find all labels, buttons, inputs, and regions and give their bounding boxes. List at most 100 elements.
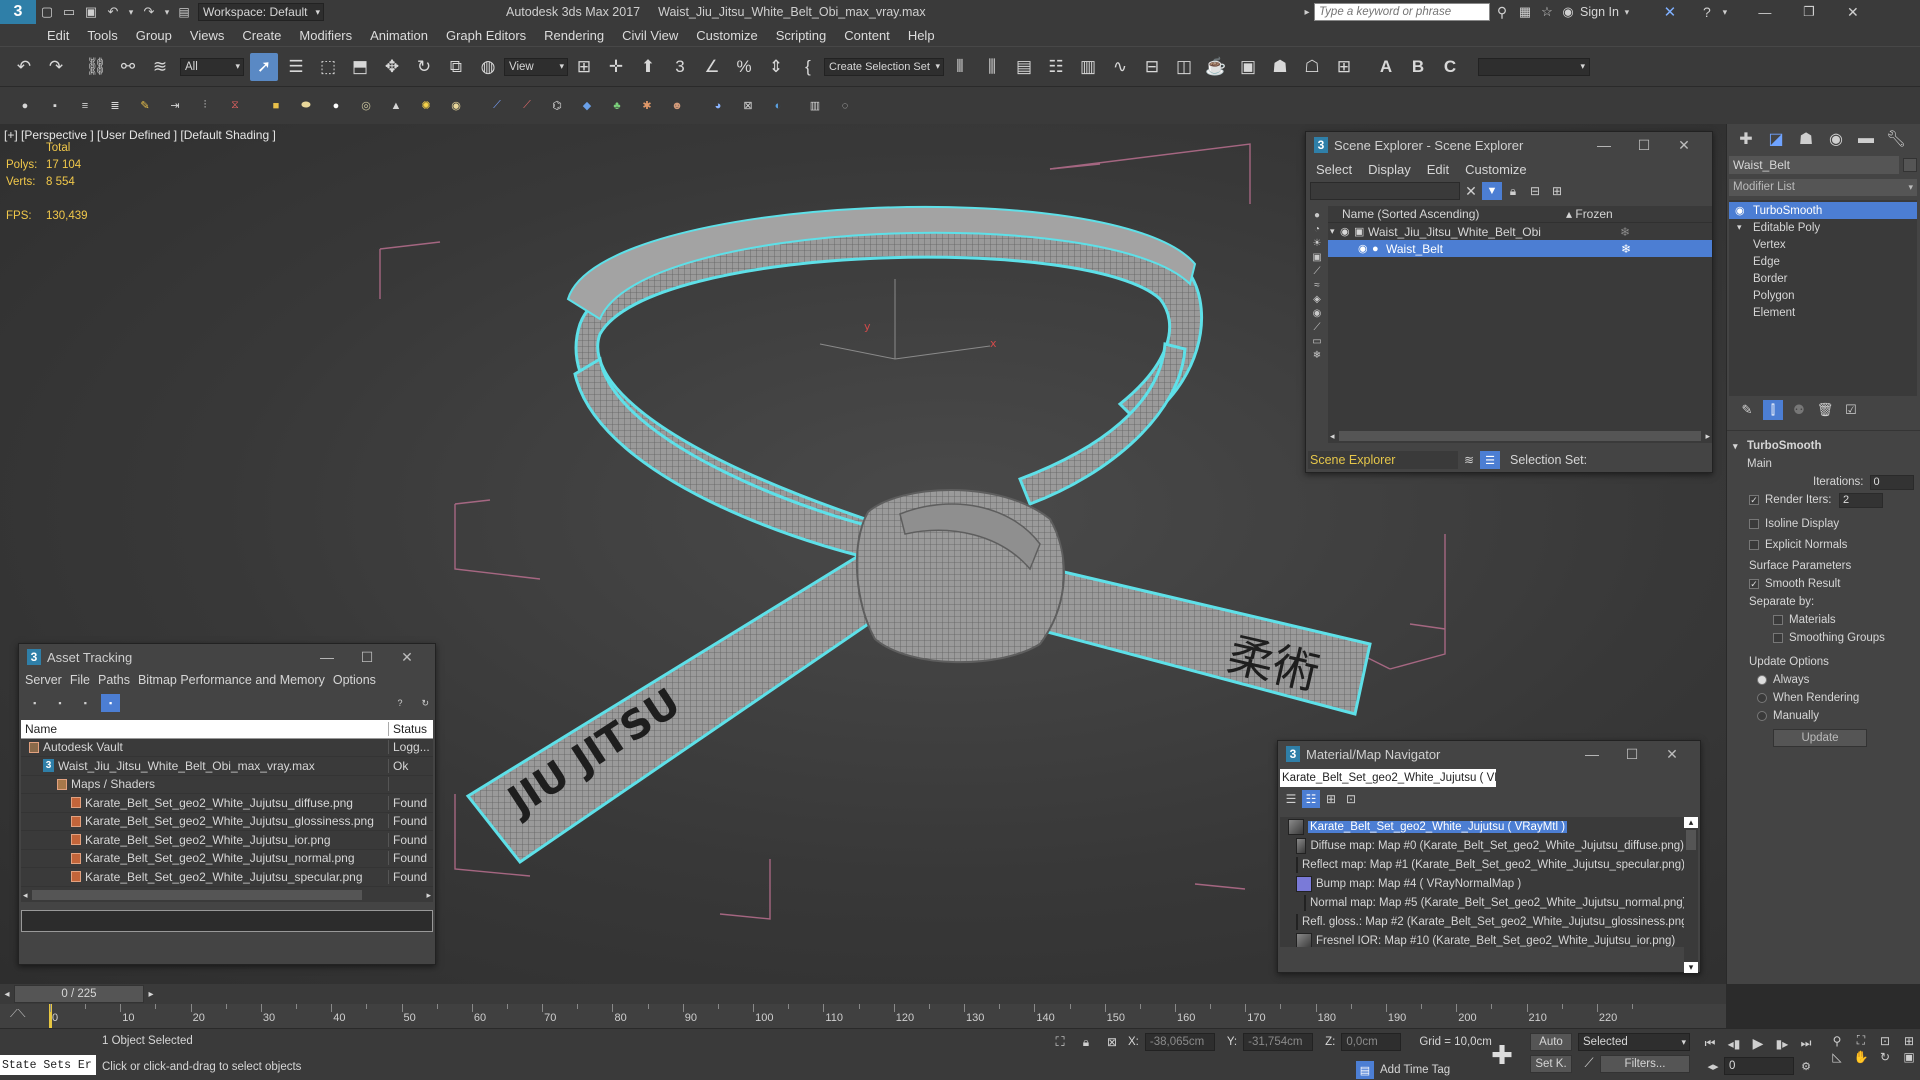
scene-tree-row-selected[interactable]: ◉ ● Waist_Belt ❄ [1328,240,1712,257]
select-by-name-icon[interactable]: ☰ [282,53,310,81]
search-input[interactable] [1314,3,1490,21]
open-file-icon[interactable]: ▭ [58,4,80,20]
systems-icon[interactable]: ⌬ [545,94,569,118]
frozen-state-icon[interactable]: ❄ [1560,225,1630,239]
asset-menu-server[interactable]: Server [21,673,66,687]
close-icon[interactable]: ✕ [387,649,427,666]
snaps-toggle-icon[interactable]: 3 [666,53,694,81]
text-c-icon[interactable]: C [1436,53,1464,81]
ribbon-toggle-icon[interactable]: ▥ [1074,53,1102,81]
modify-tab-icon[interactable]: ◪ [1765,129,1787,149]
update-button[interactable]: Update [1773,729,1867,747]
cone-primitive-icon[interactable]: ▲ [384,94,408,118]
toolbar-list2-icon[interactable]: ≣ [103,94,127,118]
asset-row[interactable]: Maps / Shaders [21,776,433,794]
toolbar-box-icon[interactable]: ▪ [43,94,67,118]
key-mode-dropdown[interactable]: Selected ▾ [1578,1033,1690,1051]
groups-filter-icon[interactable]: ◈ [1313,294,1321,305]
material-tree-row[interactable]: Normal map: Map #5 (Karate_Belt_Set_geo2… [1280,893,1684,912]
bind-space-warp-icon[interactable]: ≋ [146,53,174,81]
rollout-header[interactable]: ▾ TurboSmooth [1733,437,1920,455]
when-rendering-radio[interactable] [1757,693,1767,703]
materials-checkbox[interactable] [1773,615,1783,625]
asset-row[interactable]: Karate_Belt_Set_geo2_White_Jujutsu_ior.p… [21,831,433,850]
go-to-start-icon[interactable]: ⏮ [1700,1036,1720,1051]
y-coordinate-field[interactable]: -31,754cm [1243,1033,1314,1051]
menu-civil-view[interactable]: Civil View [613,28,687,43]
visibility-eye-icon[interactable]: ◉ [1735,204,1745,217]
filter-icon[interactable]: ▼ [1482,182,1502,200]
sub-object-border[interactable]: Border [1729,270,1917,287]
absolute-mode-icon[interactable]: ⊠ [1102,1035,1122,1049]
xrefs-filter-icon[interactable]: ◉ [1313,308,1322,319]
asset-path-field[interactable] [21,910,433,932]
window-crossing-icon[interactable]: ⬒ [346,53,374,81]
scene-explorer-name-field[interactable]: Scene Explorer [1308,451,1458,469]
next-frame-icon[interactable]: ▮▸ [1772,1037,1792,1051]
orbit-icon[interactable]: ↻ [1874,1050,1896,1064]
undo-icon[interactable]: ↶ [10,53,38,81]
sign-in-link[interactable]: Sign In [1580,5,1619,19]
containers-filter-icon[interactable]: ▭ [1312,336,1321,347]
layers-icon[interactable]: ≋ [1458,453,1480,467]
remove-modifier-icon[interactable]: 🗑︎ [1815,402,1835,418]
mirror-icon[interactable]: ⫴ [946,53,974,81]
make-unique-icon[interactable]: ⚉ [1789,402,1809,418]
menu-create[interactable]: Create [233,28,290,43]
current-frame-field[interactable]: 0 [1724,1057,1794,1075]
isoline-checkbox[interactable] [1749,519,1759,529]
asset-row[interactable]: Autodesk Vault Logg... [21,739,433,757]
modifier-editable-poly[interactable]: ▾ Editable Poly [1729,219,1917,236]
lock-icon[interactable]: 🔒︎ [1502,184,1524,199]
rendered-frame-icon[interactable]: ▣ [1234,53,1262,81]
sub-object-vertex[interactable]: Vertex [1729,236,1917,253]
scroll-left-icon[interactable]: ◂ [1328,431,1335,442]
key-mode-toggle-icon[interactable]: ◂▸ [1706,1060,1720,1073]
scene-search-input[interactable] [1310,182,1460,200]
scene-menu-display[interactable]: Display [1360,162,1419,177]
toolbar-empty-dropdown[interactable]: ▾ [1478,57,1590,76]
help-dropdown-icon[interactable]: ▾ [1719,7,1731,18]
visibility-eye-icon[interactable]: ◉ [1358,242,1372,255]
sign-in-dropdown-icon[interactable]: ▾ [1619,7,1635,18]
move-icon[interactable]: ✥ [378,53,406,81]
minimize-icon[interactable]: — [1584,137,1624,153]
spacewarp-icon[interactable]: ⟋ [515,94,539,118]
minimize-icon[interactable]: — [1743,5,1787,20]
restore-icon[interactable]: ❐ [1787,4,1831,20]
smoothing-groups-checkbox[interactable] [1773,633,1783,643]
material-editor-icon[interactable]: ◫ [1170,53,1198,81]
subscription-icon[interactable]: ▦ [1514,4,1536,20]
toolbar-bars-icon[interactable]: ⫶ [193,94,217,118]
menu-views[interactable]: Views [181,28,233,43]
maximize-icon[interactable]: ☐ [347,649,387,666]
show-end-result-icon[interactable]: ⫿ [1763,400,1783,420]
redo-dropdown-icon[interactable]: ▾ [160,7,174,18]
cameras-filter-icon[interactable]: ▣ [1312,252,1321,263]
selection-lock-icon[interactable]: 🔒︎ [1076,1035,1096,1050]
menu-help[interactable]: Help [899,28,944,43]
asset-row[interactable]: Karate_Belt_Set_geo2_White_Jujutsu_norma… [21,850,433,868]
object-name-field[interactable]: Waist_Belt [1729,156,1899,174]
scroll-right-icon[interactable]: ▸ [426,890,433,901]
shape-icon[interactable]: ◉ [444,94,468,118]
material-vertical-scrollbar[interactable]: ▴ ▾ [1684,817,1698,973]
sub-object-polygon[interactable]: Polygon [1729,287,1917,304]
rotate-icon[interactable]: ↻ [410,53,438,81]
menu-content[interactable]: Content [835,28,899,43]
asset-menu-bitmap[interactable]: Bitmap Performance and Memory [134,673,329,687]
maxscript-listener[interactable]: State Sets Er [0,1055,96,1075]
view-list-icon[interactable]: ☰ [1282,792,1300,806]
scrollbar-thumb[interactable] [1338,431,1702,441]
curve-editor-icon[interactable]: ∿ [1106,53,1134,81]
set-key-button[interactable]: Set K. [1530,1055,1572,1073]
render-iterative-icon[interactable]: ☖ [1298,53,1326,81]
placement-icon[interactable]: ◍ [474,53,502,81]
maximize-icon[interactable]: ☐ [1624,137,1664,154]
toolbar-dot-icon[interactable]: ● [13,94,37,118]
x-coordinate-field[interactable]: -38,065cm [1144,1033,1215,1051]
minimize-icon[interactable]: — [1572,746,1612,762]
menu-tools[interactable]: Tools [78,28,126,43]
view-list-icons-icon[interactable]: ☷ [1302,790,1320,808]
time-tag-icon[interactable]: ▤ [1356,1061,1374,1079]
